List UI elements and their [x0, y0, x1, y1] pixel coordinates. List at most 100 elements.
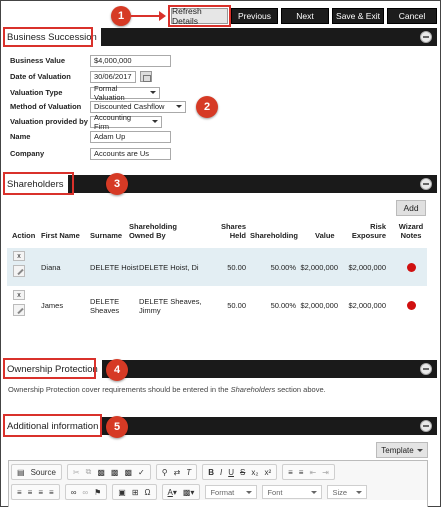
form-row-valuation-provided-by: Valuation provided by Accounting Firm [10, 112, 162, 131]
field-label: Method of Valuation [10, 102, 82, 111]
subscript-icon[interactable]: x₂ [248, 465, 261, 479]
source-button[interactable]: Source [28, 465, 59, 479]
add-shareholder-button[interactable]: Add [396, 200, 426, 216]
callout-highlight-business [3, 27, 93, 47]
callout-highlight-ownership [3, 358, 96, 379]
unlink-icon[interactable]: ∞ [79, 485, 91, 499]
note-text: Ownership Protection cover requirements … [8, 385, 231, 394]
paste-icon[interactable]: ▩ [94, 465, 108, 479]
previous-button[interactable]: Previous [231, 8, 278, 24]
calendar-icon[interactable] [140, 71, 152, 82]
collapse-icon[interactable] [420, 31, 432, 43]
field-label: Business Value [10, 56, 66, 65]
indent-icon[interactable]: ⇥ [319, 465, 332, 479]
cell-first-name: James [41, 301, 64, 310]
toolbar-group-document: ▤ Source [11, 464, 62, 480]
numbered-list-icon[interactable]: ≡ [285, 465, 296, 479]
field-label: Valuation provided by [10, 117, 88, 126]
save-exit-button[interactable]: Save & Exit [332, 8, 384, 24]
align-center-icon[interactable]: ≡ [25, 485, 36, 499]
toolbar-group-colors: A ▾ ▩▾ [161, 484, 201, 500]
align-left-icon[interactable]: ≡ [14, 485, 25, 499]
select-value: Formal Valuation [94, 83, 125, 102]
replace-icon[interactable]: ⇄ [171, 465, 184, 479]
collapse-icon[interactable] [420, 420, 432, 432]
anchor-flag-icon[interactable]: ⚑ [91, 485, 104, 499]
align-justify-icon[interactable]: ≡ [46, 485, 57, 499]
column-header-risk-exposure: Risk Exposure [351, 222, 386, 240]
text-color-icon[interactable]: A ▾ [165, 485, 180, 499]
special-char-icon[interactable]: Ω [142, 485, 154, 499]
status-red-dot-icon[interactable] [407, 263, 416, 272]
cut-icon[interactable]: ✂ [70, 465, 83, 479]
find-icon[interactable]: ⚲ [159, 465, 171, 479]
background-color-icon[interactable]: ▩▾ [180, 485, 198, 499]
select-value: Accounting Firm [94, 112, 132, 131]
size-select[interactable]: Size [327, 485, 368, 499]
valuation-type-select[interactable]: Formal Valuation [90, 83, 160, 102]
cancel-button[interactable]: Cancel [387, 8, 437, 24]
font-select[interactable]: Font [262, 485, 323, 499]
date-of-valuation-input[interactable]: 30/06/2017 [90, 70, 136, 83]
cell-shareholding: 50.00% [270, 301, 296, 310]
chevron-down-icon [150, 91, 156, 94]
paste-text-icon[interactable]: ▩ [108, 465, 122, 479]
collapse-icon[interactable] [420, 363, 432, 375]
form-row-company: Company Accounts are Us [10, 147, 171, 160]
outdent-icon[interactable]: ⇤ [306, 465, 319, 479]
edit-icon[interactable] [13, 304, 25, 316]
bold-icon[interactable]: B [205, 465, 217, 479]
column-header-first-name: First Name [41, 231, 80, 240]
chevron-down-icon [176, 105, 182, 108]
status-red-dot-icon[interactable] [407, 301, 416, 310]
superscript-icon[interactable]: x² [261, 465, 274, 479]
column-header-shares-held: Shares Held [220, 222, 246, 240]
callout-highlight-additional [3, 414, 102, 437]
delete-row-button[interactable]: x [13, 251, 25, 261]
table-icon[interactable]: ⊞ [129, 485, 142, 499]
business-value-input[interactable]: $4,000,000 [90, 54, 171, 67]
column-header-owned-by: Shareholding Owned By [129, 222, 177, 240]
form-row-name: Name Adam Up [10, 130, 171, 143]
link-icon[interactable]: ∞ [68, 485, 80, 499]
form-row-date-of-valuation: Date of Valuation 30/06/2017 [10, 70, 152, 83]
name-input[interactable]: Adam Up [90, 130, 171, 143]
method-of-valuation-select[interactable]: Discounted Cashflow [90, 100, 186, 113]
note-text: section above. [275, 385, 326, 394]
italic-icon[interactable]: I [217, 465, 225, 479]
editor-toolbar-row-2: ≡ ≡ ≡ ≡ ∞ ∞ ⚑ ▣ ⊞ Ω A ▾ ▩▾ Format Font Si… [11, 483, 372, 501]
underline-icon[interactable]: U [225, 465, 237, 479]
bulleted-list-icon[interactable]: ≡ [296, 465, 307, 479]
form-row-method-of-valuation: Method of Valuation Discounted Cashflow [10, 100, 186, 113]
cell-surname: DELETE Hoist [90, 263, 139, 272]
cell-value: $2,000,000 [300, 263, 338, 272]
spellcheck-icon[interactable]: ✓ [135, 465, 148, 479]
remove-format-icon[interactable]: T [183, 465, 194, 479]
align-right-icon[interactable]: ≡ [35, 485, 46, 499]
delete-row-button[interactable]: x [13, 290, 25, 300]
copy-icon[interactable]: ⧉ [83, 465, 95, 479]
image-icon[interactable]: ▣ [115, 485, 129, 499]
source-icon[interactable]: ▤ [14, 465, 28, 479]
ownership-note: Ownership Protection cover requirements … [8, 385, 326, 394]
callout-badge-3: 3 [106, 173, 128, 195]
cell-risk-exposure: $2,000,000 [348, 301, 386, 310]
toolbar-group-find: ⚲ ⇄ T [155, 464, 198, 480]
column-header-value: Value [315, 231, 335, 240]
font-label: Font [267, 487, 283, 497]
next-button[interactable]: Next [281, 8, 329, 24]
edit-icon[interactable] [13, 265, 25, 277]
field-label: Company [10, 149, 45, 158]
paste-word-icon[interactable]: ▩ [121, 465, 135, 479]
valuation-provided-by-select[interactable]: Accounting Firm [90, 112, 162, 131]
toolbar-group-basicstyles: B I U S x₂ x² [202, 464, 278, 480]
format-select[interactable]: Format [205, 485, 258, 499]
collapse-icon[interactable] [420, 178, 432, 190]
company-input[interactable]: Accounts are Us [90, 147, 171, 160]
template-dropdown-button[interactable]: Template [376, 442, 428, 458]
editor-content-area[interactable] [8, 500, 428, 507]
template-label: Template [381, 445, 414, 455]
strikethrough-icon[interactable]: S [237, 465, 248, 479]
callout-highlight-refresh [168, 5, 231, 27]
column-header-action: Action [12, 231, 36, 240]
